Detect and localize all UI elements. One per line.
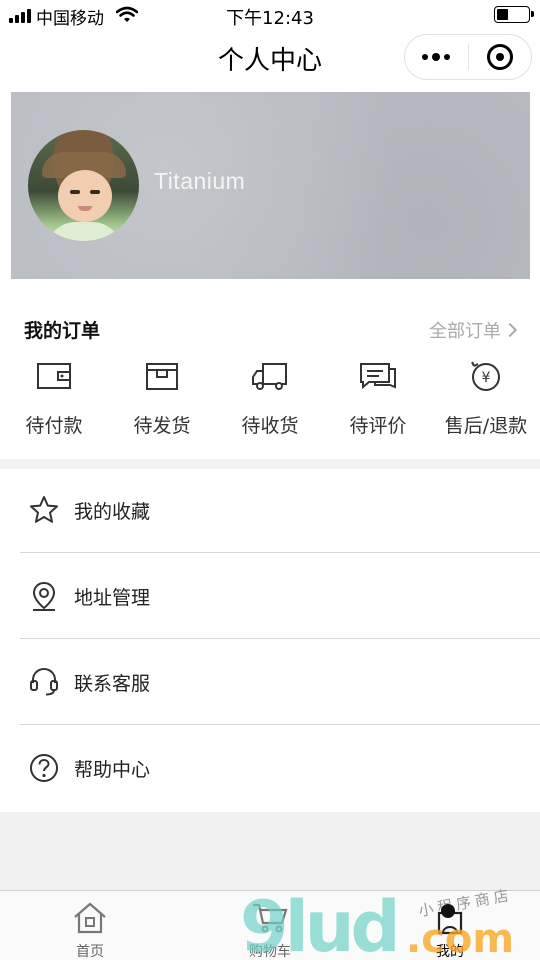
close-mini-program-button[interactable] [468, 35, 531, 79]
comment-icon [360, 363, 396, 390]
wallet-icon [37, 363, 71, 389]
tab-cart[interactable]: 购物车 [180, 891, 360, 960]
truck-icon [252, 363, 287, 390]
status-time: 下午12:43 [226, 8, 314, 29]
order-item-label: 售后/退款 [444, 415, 528, 437]
mini-program-capsule [404, 34, 532, 80]
page-footer-space [0, 812, 540, 890]
tab-label: 我的 [436, 944, 464, 960]
menu-item-favorites[interactable]: 我的收藏 [0, 467, 540, 553]
battery-level [497, 9, 508, 20]
refund-icon: ¥ [471, 361, 500, 391]
orders-title: 我的订单 [24, 320, 101, 342]
svg-text:¥: ¥ [482, 370, 491, 386]
menu-item-label: 地址管理 [74, 587, 151, 609]
home-icon [74, 902, 106, 934]
target-icon [486, 44, 513, 70]
more-dots-icon [444, 54, 451, 60]
status-bar: 中国移动 下午12:43 [0, 0, 540, 30]
order-item-label: 待付款 [25, 415, 83, 437]
user-icon [437, 911, 463, 935]
more-menu-button[interactable] [405, 35, 468, 79]
location-icon [32, 581, 56, 611]
menu-item-customer-service[interactable]: 联系客服 [0, 639, 540, 725]
menu-item-label: 帮助中心 [74, 759, 151, 781]
all-orders-link[interactable]: 全部订单 [429, 317, 518, 343]
tab-label: 购物车 [249, 944, 291, 960]
username: Titanium [154, 168, 246, 194]
avatar-shirt [46, 222, 122, 241]
avatar[interactable] [28, 130, 139, 241]
help-icon [30, 754, 58, 782]
avatar-face [58, 170, 112, 222]
tab-mine[interactable]: 我的 [360, 891, 540, 960]
star-icon [30, 496, 58, 523]
chevron-right-icon [502, 322, 518, 338]
order-item-label: 待发货 [133, 415, 191, 437]
tab-label: 首页 [76, 944, 104, 960]
tab-home[interactable]: 首页 [0, 891, 180, 960]
menu-item-address[interactable]: 地址管理 [0, 553, 540, 639]
cart-icon [253, 903, 288, 933]
package-icon [146, 363, 178, 390]
menu-item-label: 我的收藏 [74, 501, 151, 523]
menu-item-label: 联系客服 [74, 673, 151, 695]
all-orders-label: 全部订单 [429, 321, 501, 342]
avatar-eye [70, 190, 80, 194]
avatar-eye [90, 190, 100, 194]
order-item-label: 待收货 [241, 415, 299, 437]
headset-icon [30, 667, 58, 696]
more-dots-icon [432, 53, 441, 61]
tab-bar: 首页 购物车 我的 [0, 890, 540, 960]
menu-item-help[interactable]: 帮助中心 [0, 725, 540, 811]
order-item-label: 待评价 [349, 415, 407, 437]
more-dots-icon [422, 54, 429, 60]
battery-icon [494, 6, 534, 23]
